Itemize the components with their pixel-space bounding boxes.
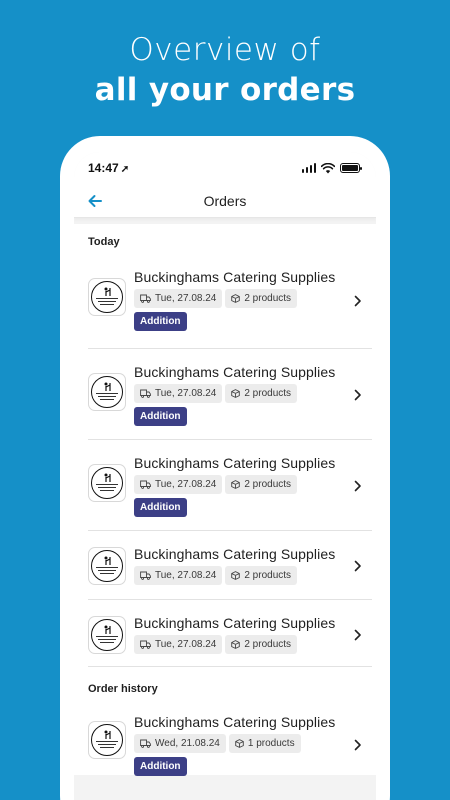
order-info: Buckinghams Catering Supplies Tue, 27.08… [134, 363, 372, 426]
status-bar: 14:47 ➚ [74, 152, 376, 184]
headline-line-2: all your orders [94, 72, 356, 108]
order-info: Buckinghams Catering Supplies Tue, 27.08… [134, 545, 372, 585]
order-type-badge: Addition [134, 498, 187, 517]
chevron-right-icon[interactable] [354, 389, 362, 401]
status-time: 14:47 ➚ [88, 161, 130, 175]
supplier-name: Buckinghams Catering Supplies [134, 455, 336, 471]
order-info: Buckinghams Catering Supplies Tue, 27.08… [134, 268, 372, 331]
supplier-logo [88, 464, 126, 502]
orders-list: Today Buckinghams Catering Supplies Tue,… [74, 224, 376, 776]
products-count-chip: 2 products [225, 289, 298, 308]
marketing-headline: Overview of all your orders [0, 30, 450, 110]
delivery-date-chip: Tue, 27.08.24 [134, 566, 223, 585]
supplier-name: Buckinghams Catering Supplies [134, 615, 336, 631]
box-icon [231, 571, 241, 580]
supplier-logo [88, 547, 126, 585]
phone-screen: 14:47 ➚ Orders Today Buckinghams Caterin… [74, 152, 376, 800]
truck-icon [140, 739, 151, 748]
section-today-title: Today [88, 236, 120, 248]
truck-icon [140, 294, 151, 303]
box-icon [231, 389, 241, 398]
order-row[interactable]: Buckinghams Catering Supplies Wed, 21.08… [88, 705, 372, 776]
products-count-chip: 1 products [228, 734, 301, 753]
page-title: Orders [203, 192, 247, 209]
supplier-logo [88, 278, 126, 316]
wifi-icon [321, 162, 335, 173]
truck-icon [140, 389, 151, 398]
chevron-right-icon[interactable] [354, 295, 362, 307]
supplier-logo [88, 721, 126, 759]
supplier-name: Buckinghams Catering Supplies [134, 714, 336, 730]
products-count-chip: 2 products [225, 635, 298, 654]
order-row[interactable]: Buckinghams Catering Supplies Tue, 27.08… [88, 531, 372, 600]
arrow-left-icon[interactable] [86, 192, 104, 210]
order-row[interactable]: Buckinghams Catering Supplies Tue, 27.08… [88, 600, 372, 667]
truck-icon [140, 640, 151, 649]
delivery-date-chip: Tue, 27.08.24 [134, 475, 223, 494]
section-history-title: Order history [88, 683, 158, 695]
delivery-date-chip: Tue, 27.08.24 [134, 384, 223, 403]
cellular-signal-icon [301, 163, 316, 173]
supplier-logo [88, 616, 126, 654]
battery-icon [340, 163, 362, 173]
order-type-badge: Addition [134, 312, 187, 331]
order-info: Buckinghams Catering Supplies Wed, 21.08… [134, 713, 372, 776]
order-info: Buckinghams Catering Supplies Tue, 27.08… [134, 614, 372, 654]
delivery-date-chip: Wed, 21.08.24 [134, 734, 226, 753]
box-icon [231, 640, 241, 649]
products-count-chip: 2 products [225, 475, 298, 494]
order-info: Buckinghams Catering Supplies Tue, 27.08… [134, 454, 372, 517]
location-icon: ➚ [120, 164, 130, 175]
supplier-logo [88, 373, 126, 411]
supplier-name: Buckinghams Catering Supplies [134, 546, 336, 562]
order-type-badge: Addition [134, 407, 187, 426]
order-row[interactable]: Buckinghams Catering Supplies Tue, 27.08… [88, 258, 372, 349]
box-icon [235, 739, 244, 748]
box-icon [231, 480, 241, 489]
chevron-right-icon[interactable] [354, 629, 362, 641]
headline-line-1: Overview of [129, 32, 321, 68]
box-icon [231, 294, 241, 303]
nav-bar: Orders [74, 184, 376, 218]
supplier-name: Buckinghams Catering Supplies [134, 269, 336, 285]
chevron-right-icon[interactable] [354, 560, 362, 572]
order-row[interactable]: Buckinghams Catering Supplies Tue, 27.08… [88, 349, 372, 440]
delivery-date-chip: Tue, 27.08.24 [134, 289, 223, 308]
chevron-right-icon[interactable] [354, 480, 362, 492]
supplier-name: Buckinghams Catering Supplies [134, 364, 336, 380]
status-icons [301, 162, 362, 174]
products-count-chip: 2 products [225, 384, 298, 403]
truck-icon [140, 480, 151, 489]
chevron-right-icon[interactable] [354, 739, 362, 751]
order-row[interactable]: Buckinghams Catering Supplies Tue, 27.08… [88, 440, 372, 531]
order-type-badge: Addition [134, 757, 187, 776]
truck-icon [140, 571, 151, 580]
delivery-date-chip: Tue, 27.08.24 [134, 635, 223, 654]
products-count-chip: 2 products [225, 566, 298, 585]
